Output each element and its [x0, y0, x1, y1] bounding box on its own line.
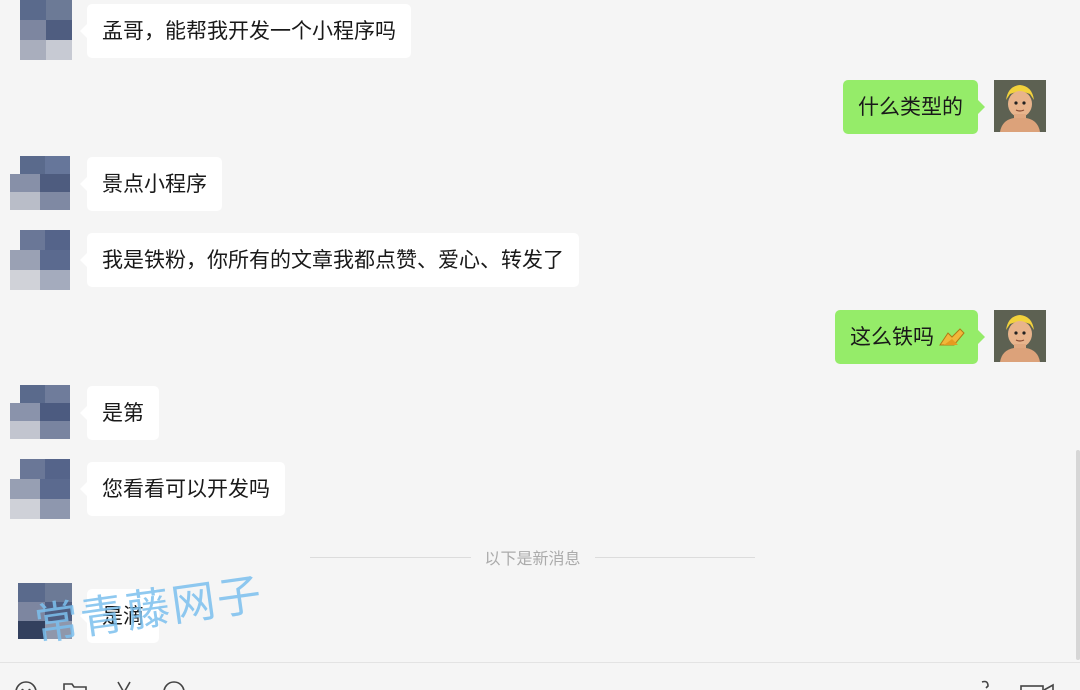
message-bubble-incoming[interactable]: 是第 — [80, 386, 159, 440]
my-avatar[interactable] — [994, 310, 1046, 362]
message-bubble-outgoing[interactable]: 什么类型的 — [843, 80, 985, 134]
contact-avatar[interactable] — [10, 385, 70, 439]
chat-scrollbar[interactable] — [1076, 450, 1080, 660]
divider-label: 以下是新消息 — [484, 549, 581, 568]
contact-avatar[interactable] — [10, 230, 70, 290]
new-messages-divider: 以下是新消息 — [310, 545, 756, 569]
message-bubble-incoming[interactable]: 我是铁粉，你所有的文章我都点赞、爱心、转发了 — [80, 233, 579, 287]
divider-line — [594, 556, 756, 558]
message-text: 这么铁吗 — [850, 325, 934, 349]
cartoon-avatar-icon — [994, 80, 1046, 132]
message-bubble-incoming[interactable]: 您看看可以开发吗 — [80, 462, 285, 516]
message-bubble-outgoing[interactable]: 这么铁吗 — [835, 310, 985, 364]
chat-message-area[interactable]: 孟哥，能帮我开发一个小程序吗 什么类型的 景点小程序 我是铁粉，你所有的文章我都… — [0, 0, 1080, 662]
divider-line — [310, 556, 471, 558]
cartoon-avatar-icon — [994, 310, 1046, 362]
contact-avatar[interactable] — [10, 459, 70, 519]
message-bubble-incoming[interactable]: 孟哥，能帮我开发一个小程序吗 — [80, 4, 411, 58]
message-bubble-incoming[interactable]: 景点小程序 — [80, 157, 222, 211]
contact-avatar[interactable] — [10, 156, 70, 210]
handshake-emoji-icon — [938, 325, 966, 349]
input-toolbar — [0, 662, 1080, 690]
my-avatar[interactable] — [994, 80, 1046, 132]
contact-avatar[interactable] — [20, 0, 72, 60]
